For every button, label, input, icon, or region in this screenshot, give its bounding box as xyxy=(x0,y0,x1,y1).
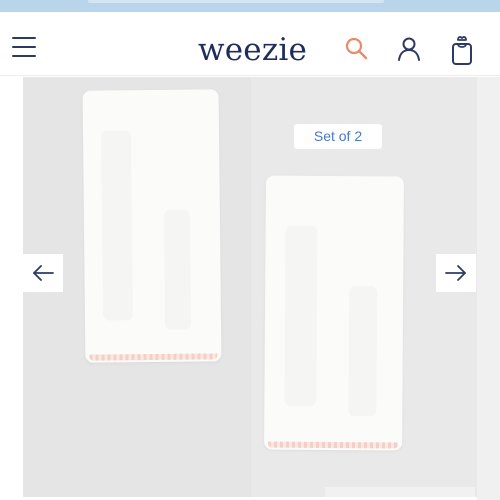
thumbnail-strip xyxy=(325,487,475,497)
hamburger-menu-line xyxy=(12,46,36,48)
towel-trim xyxy=(89,353,218,361)
product-image-towel-right xyxy=(264,175,404,451)
account-button[interactable] xyxy=(396,36,422,64)
hamburger-menu-line xyxy=(12,55,36,57)
towel-fold-shading xyxy=(164,210,191,330)
previous-image-button[interactable] xyxy=(23,254,63,292)
towel-trim xyxy=(268,441,399,449)
arrow-left-icon xyxy=(33,265,54,281)
cart-button[interactable] xyxy=(449,34,475,65)
user-icon xyxy=(398,37,420,61)
site-logo[interactable]: weezie xyxy=(198,32,307,72)
towel-fold-shading xyxy=(348,286,377,416)
search-button[interactable] xyxy=(344,36,370,64)
site-header: weezie xyxy=(0,12,500,76)
towel-fold-shading xyxy=(284,226,317,406)
next-slide-peek xyxy=(477,77,500,500)
towel-fold-shading xyxy=(101,130,133,320)
hamburger-menu-icon xyxy=(12,37,36,39)
arrow-right-icon xyxy=(445,265,466,281)
announcement-text-strip xyxy=(88,0,384,3)
search-icon xyxy=(345,37,368,60)
product-image-towel-left xyxy=(82,89,222,363)
shopping-bag-icon xyxy=(452,36,472,65)
set-badge: Set of 2 xyxy=(294,124,382,149)
menu-button[interactable] xyxy=(12,36,38,58)
next-image-button[interactable] xyxy=(436,254,476,292)
announcement-bar xyxy=(0,0,500,12)
